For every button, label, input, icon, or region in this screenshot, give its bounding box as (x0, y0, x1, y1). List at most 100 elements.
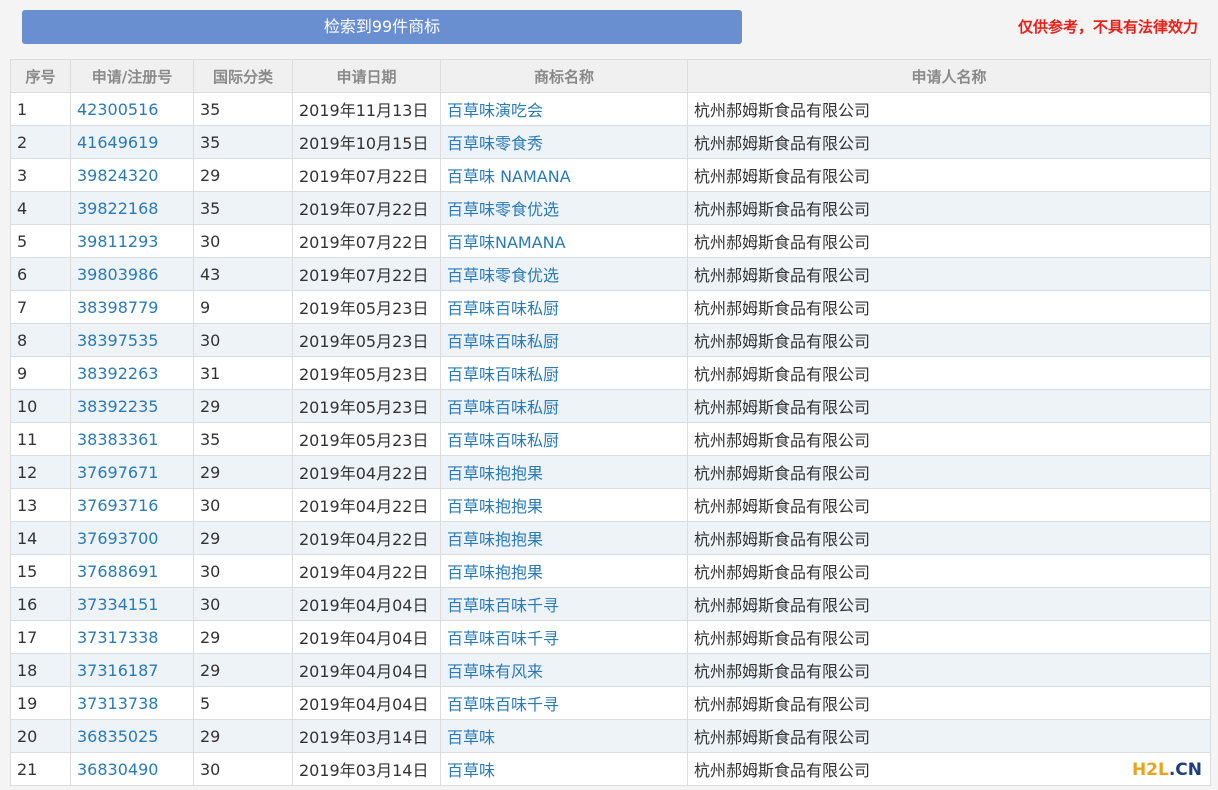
table-row[interactable]: 10 38392235 29 2019年05月23日 百草味百味私厨 杭州郝姆斯食品有限公… (10, 389, 1211, 423)
cell-reg-no[interactable]: 39803986 (70, 257, 194, 291)
table-row[interactable]: 2 41649619 35 2019年10月15日 百草味零食秀 杭州郝姆斯食品有限公司 (10, 125, 1211, 159)
cell-applicant: 杭州郝姆斯食品有限公司 (687, 125, 1211, 159)
cell-reg-no[interactable]: 39811293 (70, 224, 194, 258)
cell-trademark[interactable]: 百草味零食优选 (440, 191, 688, 225)
result-count-button[interactable]: 检索到99件商标 (22, 10, 742, 44)
cell-class: 29 (193, 158, 293, 192)
table-row[interactable]: 15 37688691 30 2019年04月22日 百草味抱抱果 杭州郝姆斯食品有限公司 (10, 554, 1211, 588)
cell-date: 2019年05月23日 (292, 389, 441, 423)
cell-trademark[interactable]: 百草味百味私厨 (440, 356, 688, 390)
cell-reg-no[interactable]: 36835025 (70, 719, 194, 753)
cell-trademark[interactable]: 百草味百味私厨 (440, 323, 688, 357)
cell-reg-no[interactable]: 37688691 (70, 554, 194, 588)
cell-date: 2019年04月22日 (292, 521, 441, 555)
table-row[interactable]: 16 37334151 30 2019年04月04日 百草味百味千寻 杭州郝姆斯食品有限公… (10, 587, 1211, 621)
cell-reg-no[interactable]: 38392263 (70, 356, 194, 390)
cell-trademark[interactable]: 百草味抱抱果 (440, 554, 688, 588)
cell-seq: 1 (10, 92, 71, 126)
cell-trademark[interactable]: 百草味 NAMANA (440, 158, 688, 192)
cell-trademark[interactable]: 百草味零食秀 (440, 125, 688, 159)
cell-applicant: 杭州郝姆斯食品有限公司 (687, 356, 1211, 390)
cell-date: 2019年04月22日 (292, 488, 441, 522)
table-row[interactable]: 11 38383361 35 2019年05月23日 百草味百味私厨 杭州郝姆斯食品有限公… (10, 422, 1211, 456)
cell-reg-no[interactable]: 37697671 (70, 455, 194, 489)
cell-trademark[interactable]: 百草味百味千寻 (440, 587, 688, 621)
cell-class: 5 (193, 686, 293, 720)
cell-seq: 16 (10, 587, 71, 621)
cell-reg-no[interactable]: 37334151 (70, 587, 194, 621)
table-row[interactable]: 9 38392263 31 2019年05月23日 百草味百味私厨 杭州郝姆斯食品有限公司 (10, 356, 1211, 390)
table-row[interactable]: 20 36835025 29 2019年03月14日 百草味 杭州郝姆斯食品有限公司 (10, 719, 1211, 753)
disclaimer-text: 仅供参考，不具有法律效力 (1017, 18, 1198, 36)
table-row[interactable]: 1 42300516 35 2019年11月13日 百草味演吃会 杭州郝姆斯食品有限公司 (10, 92, 1211, 126)
cell-reg-no[interactable]: 38398779 (70, 290, 194, 324)
col-header-reg-no[interactable]: 申请/注册号 (70, 59, 194, 93)
cell-trademark[interactable]: 百草味抱抱果 (440, 521, 688, 555)
table-row[interactable]: 17 37317338 29 2019年04月04日 百草味百味千寻 杭州郝姆斯食品有限公… (10, 620, 1211, 654)
cell-class: 30 (193, 554, 293, 588)
cell-reg-no[interactable]: 38392235 (70, 389, 194, 423)
cell-reg-no[interactable]: 39822168 (70, 191, 194, 225)
col-header-date[interactable]: 申请日期 (292, 59, 441, 93)
table-row[interactable]: 3 39824320 29 2019年07月22日 百草味 NAMANA 杭州郝姆斯食品有… (10, 158, 1211, 192)
cell-trademark[interactable]: 百草味百味私厨 (440, 422, 688, 456)
cell-seq: 9 (10, 356, 71, 390)
cell-trademark[interactable]: 百草味百味千寻 (440, 620, 688, 654)
cell-trademark[interactable]: 百草味抱抱果 (440, 455, 688, 489)
cell-reg-no[interactable]: 37316187 (70, 653, 194, 687)
cell-date: 2019年07月22日 (292, 224, 441, 258)
cell-date: 2019年07月22日 (292, 158, 441, 192)
cell-reg-no[interactable]: 39824320 (70, 158, 194, 192)
cell-reg-no[interactable]: 38397535 (70, 323, 194, 357)
cell-class: 30 (193, 224, 293, 258)
cell-seq: 13 (10, 488, 71, 522)
table-row[interactable]: 21 36830490 30 2019年03月14日 百草味 杭州郝姆斯食品有限公司 (10, 752, 1211, 786)
cell-applicant: 杭州郝姆斯食品有限公司 (687, 257, 1211, 291)
cell-class: 29 (193, 719, 293, 753)
table-row[interactable]: 12 37697671 29 2019年04月22日 百草味抱抱果 杭州郝姆斯食品有限公司 (10, 455, 1211, 489)
cell-seq: 12 (10, 455, 71, 489)
cell-reg-no[interactable]: 38383361 (70, 422, 194, 456)
table-row[interactable]: 7 38398779 9 2019年05月23日 百草味百味私厨 杭州郝姆斯食品有限公司 (10, 290, 1211, 324)
cell-trademark[interactable]: 百草味有风来 (440, 653, 688, 687)
cell-applicant: 杭州郝姆斯食品有限公司 (687, 521, 1211, 555)
table-row[interactable]: 6 39803986 43 2019年07月22日 百草味零食优选 杭州郝姆斯食品有限公司 (10, 257, 1211, 291)
cell-trademark[interactable]: 百草味NAMANA (440, 224, 688, 258)
cell-reg-no[interactable]: 37693700 (70, 521, 194, 555)
col-header-trademark[interactable]: 商标名称 (440, 59, 688, 93)
table-row[interactable]: 4 39822168 35 2019年07月22日 百草味零食优选 杭州郝姆斯食品有限公司 (10, 191, 1211, 225)
cell-trademark[interactable]: 百草味抱抱果 (440, 488, 688, 522)
cell-trademark[interactable]: 百草味演吃会 (440, 92, 688, 126)
cell-reg-no[interactable]: 37693716 (70, 488, 194, 522)
cell-reg-no[interactable]: 37313738 (70, 686, 194, 720)
table-row[interactable]: 14 37693700 29 2019年04月22日 百草味抱抱果 杭州郝姆斯食品有限公司 (10, 521, 1211, 555)
cell-reg-no[interactable]: 37317338 (70, 620, 194, 654)
table-row[interactable]: 13 37693716 30 2019年04月22日 百草味抱抱果 杭州郝姆斯食品有限公司 (10, 488, 1211, 522)
cell-trademark[interactable]: 百草味零食优选 (440, 257, 688, 291)
watermark-logo: H2L.CN (1129, 760, 1204, 780)
cell-reg-no[interactable]: 41649619 (70, 125, 194, 159)
table-row[interactable]: 19 37313738 5 2019年04月04日 百草味百味千寻 杭州郝姆斯食品有限公司 (10, 686, 1211, 720)
cell-applicant: 杭州郝姆斯食品有限公司 (687, 719, 1211, 753)
cell-class: 31 (193, 356, 293, 390)
cell-trademark[interactable]: 百草味 (440, 752, 688, 786)
watermark-suffix: .CN (1168, 760, 1202, 780)
cell-class: 30 (193, 323, 293, 357)
cell-class: 35 (193, 92, 293, 126)
cell-date: 2019年04月04日 (292, 653, 441, 687)
col-header-applicant[interactable]: 申请人名称 (687, 59, 1211, 93)
col-header-seq[interactable]: 序号 (10, 59, 71, 93)
cell-reg-no[interactable]: 36830490 (70, 752, 194, 786)
cell-seq: 17 (10, 620, 71, 654)
cell-trademark[interactable]: 百草味 (440, 719, 688, 753)
table-row[interactable]: 18 37316187 29 2019年04月04日 百草味有风来 杭州郝姆斯食品有限公司 (10, 653, 1211, 687)
table-row[interactable]: 5 39811293 30 2019年07月22日 百草味NAMANA 杭州郝姆斯食品有限… (10, 224, 1211, 258)
cell-trademark[interactable]: 百草味百味私厨 (440, 389, 688, 423)
cell-applicant: 杭州郝姆斯食品有限公司 (687, 224, 1211, 258)
cell-trademark[interactable]: 百草味百味千寻 (440, 686, 688, 720)
col-header-class[interactable]: 国际分类 (193, 59, 293, 93)
cell-trademark[interactable]: 百草味百味私厨 (440, 290, 688, 324)
cell-seq: 14 (10, 521, 71, 555)
table-row[interactable]: 8 38397535 30 2019年05月23日 百草味百味私厨 杭州郝姆斯食品有限公司 (10, 323, 1211, 357)
cell-reg-no[interactable]: 42300516 (70, 92, 194, 126)
